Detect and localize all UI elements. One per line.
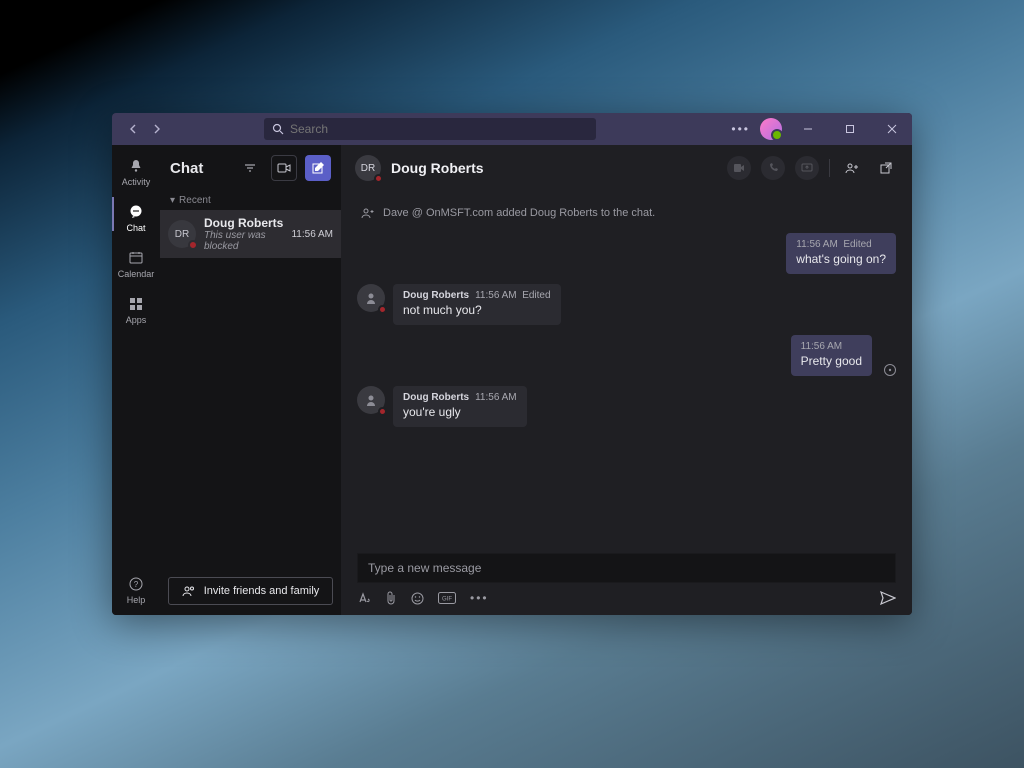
bell-icon	[112, 155, 160, 177]
conversation-panel: DR Doug Roberts	[341, 145, 912, 615]
edited-label: Edited	[522, 290, 550, 301]
teams-window: ••• Activity	[112, 113, 912, 615]
edited-label: Edited	[843, 239, 871, 250]
window-minimize-button[interactable]	[792, 113, 824, 145]
message-bubble-outgoing[interactable]: 11:56 AM Pretty good	[791, 335, 872, 376]
calendar-icon	[112, 247, 160, 269]
message-time: 11:56 AM	[475, 392, 517, 403]
message-time: 11:56 AM	[475, 290, 517, 301]
chat-item-subtitle: This user was blocked	[204, 230, 283, 252]
message-author: Doug Roberts	[403, 392, 469, 403]
message-time: 11:56 AM	[796, 239, 838, 250]
message-author: Doug Roberts	[403, 290, 469, 301]
conversation-header: DR Doug Roberts	[341, 145, 912, 191]
more-options-button[interactable]: •••	[731, 122, 750, 136]
format-button[interactable]	[357, 591, 371, 605]
window-maximize-button[interactable]	[834, 113, 866, 145]
gif-button[interactable]: GIF	[438, 592, 456, 604]
system-message: Dave @ OnMSFT.com added Doug Roberts to …	[361, 207, 896, 219]
blocked-presence-icon	[378, 305, 387, 314]
search-icon	[272, 123, 284, 135]
message-text: not much you?	[403, 303, 551, 317]
message-row: 11:56 AM Edited what's going on?	[357, 233, 896, 274]
read-receipt-icon	[884, 364, 896, 376]
nav-forward-button[interactable]	[148, 121, 164, 137]
invite-label: Invite friends and family	[204, 585, 320, 597]
person-add-icon	[361, 207, 375, 219]
svg-text:?: ?	[134, 580, 139, 589]
rail-label: Help	[112, 595, 160, 605]
audio-call-button[interactable]	[761, 156, 785, 180]
add-people-button[interactable]	[840, 156, 864, 180]
message-text: what's going on?	[796, 252, 886, 266]
nav-back-button[interactable]	[126, 121, 142, 137]
people-add-icon	[182, 585, 196, 597]
send-button[interactable]	[880, 591, 896, 605]
rail-label: Chat	[112, 223, 160, 233]
rail-label: Calendar	[112, 269, 160, 279]
chat-item-name: Doug Roberts	[204, 216, 283, 230]
chat-item-time: 11:56 AM	[291, 229, 333, 240]
more-compose-button[interactable]: •••	[470, 591, 489, 605]
rail-item-calendar[interactable]: Calendar	[112, 247, 160, 279]
current-user-avatar[interactable]	[760, 118, 782, 140]
rail-label: Activity	[112, 177, 160, 187]
chat-list-panel: Chat ▾ Recent DR	[160, 145, 341, 615]
chat-list-item[interactable]: DR Doug Roberts This user was blocked 11…	[160, 210, 341, 258]
message-row: Doug Roberts 11:56 AM Edited not much you…	[357, 284, 896, 325]
message-time: 11:56 AM	[801, 341, 843, 352]
blocked-presence-icon	[188, 240, 198, 250]
search-box[interactable]	[264, 118, 596, 140]
conversation-avatar: DR	[355, 155, 381, 181]
rail-label: Apps	[112, 315, 160, 325]
message-composer: Type a new message GIF •••	[341, 549, 912, 615]
apps-icon	[112, 293, 160, 315]
emoji-button[interactable]	[411, 592, 424, 605]
video-call-button[interactable]	[727, 156, 751, 180]
rail-item-help[interactable]: ? Help	[112, 573, 160, 605]
rail-item-apps[interactable]: Apps	[112, 293, 160, 325]
blocked-presence-icon	[378, 407, 387, 416]
conversation-body: Dave @ OnMSFT.com added Doug Roberts to …	[341, 191, 912, 549]
chevron-down-icon: ▾	[170, 195, 175, 206]
message-text: Pretty good	[801, 354, 862, 368]
window-close-button[interactable]	[876, 113, 908, 145]
message-row: Doug Roberts 11:56 AM you're ugly	[357, 386, 896, 427]
screen-share-button[interactable]	[795, 156, 819, 180]
chat-list-title: Chat	[170, 160, 229, 177]
svg-text:GIF: GIF	[442, 597, 452, 603]
meet-now-button[interactable]	[271, 155, 297, 181]
conversation-title: Doug Roberts	[391, 160, 484, 176]
compose-input[interactable]: Type a new message	[357, 553, 896, 583]
new-chat-button[interactable]	[305, 155, 331, 181]
message-bubble-outgoing[interactable]: 11:56 AM Edited what's going on?	[786, 233, 896, 274]
popout-button[interactable]	[874, 156, 898, 180]
blocked-presence-icon	[374, 174, 383, 183]
message-avatar	[357, 284, 385, 312]
invite-friends-button[interactable]: Invite friends and family	[168, 577, 333, 605]
message-bubble-incoming[interactable]: Doug Roberts 11:56 AM you're ugly	[393, 386, 527, 427]
chat-icon	[112, 201, 160, 223]
attach-button[interactable]	[385, 591, 397, 605]
separator	[829, 159, 830, 177]
titlebar: •••	[112, 113, 912, 145]
search-input[interactable]	[290, 122, 588, 136]
message-text: you're ugly	[403, 405, 517, 419]
recent-section-label[interactable]: ▾ Recent	[160, 191, 341, 210]
rail-item-chat[interactable]: Chat	[112, 201, 160, 233]
message-bubble-incoming[interactable]: Doug Roberts 11:56 AM Edited not much you…	[393, 284, 561, 325]
message-avatar	[357, 386, 385, 414]
filter-button[interactable]	[237, 155, 263, 181]
contact-avatar: DR	[168, 220, 196, 248]
rail-item-activity[interactable]: Activity	[112, 155, 160, 187]
app-rail: Activity Chat Calendar Apps	[112, 145, 160, 615]
help-icon: ?	[112, 573, 160, 595]
message-row: 11:56 AM Pretty good	[357, 335, 896, 376]
